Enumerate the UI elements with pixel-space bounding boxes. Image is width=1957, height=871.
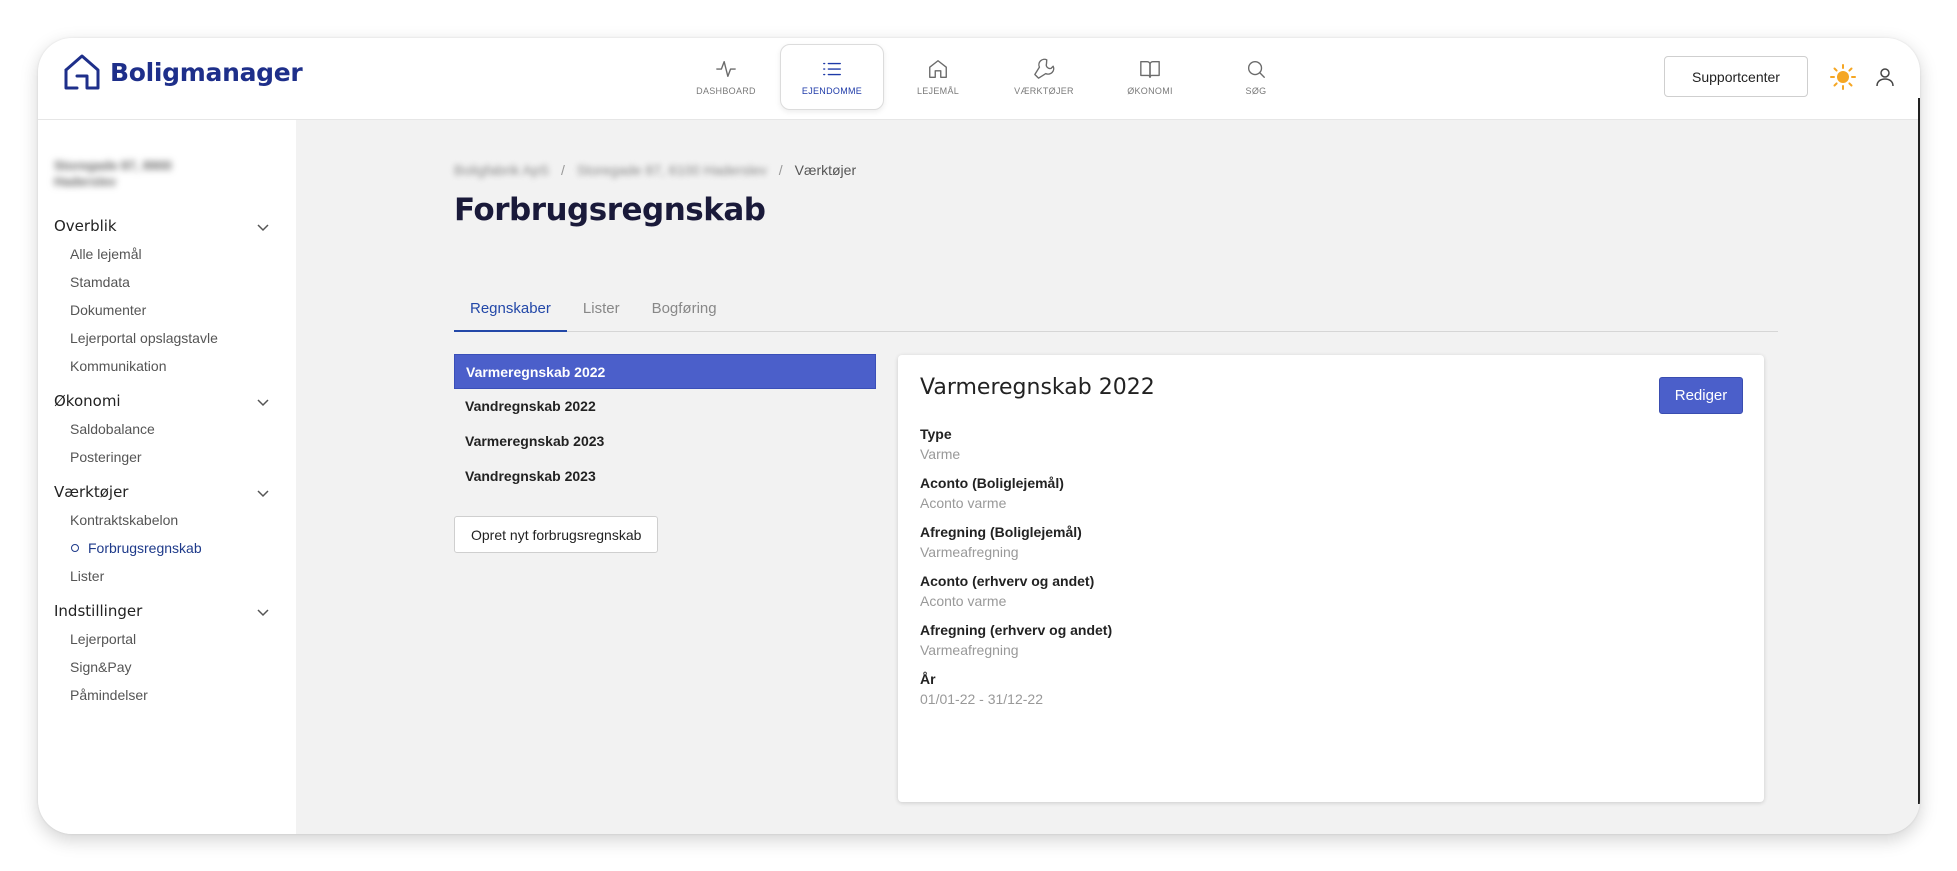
field-value-afregning-bolig: Varmeafregning (920, 544, 1019, 560)
sidebar: Storegade 87, 8900 Haderslev Overblik Al… (38, 120, 296, 834)
detail-card: Varmeregnskab 2022 Rediger Type Varme Ac… (898, 355, 1764, 802)
top-bar: Boligmanager DASHBOARD EJENDOMME LEJEMÅL… (38, 38, 1920, 120)
field-label-aar: År (920, 671, 936, 687)
sidebar-section-vaerktoejer[interactable]: Værktøjer (54, 483, 274, 501)
nav-ejendomme[interactable]: EJENDOMME (780, 44, 884, 110)
nav-label: EJENDOMME (801, 86, 863, 96)
detail-title: Varmeregnskab 2022 (920, 375, 1155, 400)
sidebar-item-paamindelser[interactable]: Påmindelser (70, 687, 148, 703)
list-item[interactable]: Vandregnskab 2023 (454, 459, 876, 494)
field-value-aconto-bolig: Aconto varme (920, 495, 1007, 511)
sidebar-item-saldobalance[interactable]: Saldobalance (70, 421, 155, 437)
breadcrumb-current: Værktøjer (794, 162, 857, 178)
sidebar-item-alle-lejemaal[interactable]: Alle lejemål (70, 246, 142, 262)
chevron-down-icon[interactable] (256, 220, 270, 234)
nav-vaerktoejer[interactable]: VÆRKTØJER (992, 44, 1096, 110)
tab-regnskaber[interactable]: Regnskaber (454, 294, 567, 332)
list-item[interactable]: Varmeregnskab 2022 (454, 354, 876, 389)
property-address: Storegade 87, 8900 Haderslev (54, 158, 172, 189)
account-list: Varmeregnskab 2022 Vandregnskab 2022 Var… (454, 354, 876, 494)
sidebar-item-stamdata[interactable]: Stamdata (70, 274, 130, 290)
sidebar-section-oekonomi[interactable]: Økonomi (54, 392, 274, 410)
field-value-type: Varme (920, 446, 961, 462)
tab-bogfoering[interactable]: Bogføring (636, 294, 733, 332)
field-value-afregning-erhverv: Varmeafregning (920, 642, 1019, 658)
main-nav: DASHBOARD EJENDOMME LEJEMÅL VÆRKTØJER ØK… (674, 44, 1308, 110)
chevron-down-icon[interactable] (256, 605, 270, 619)
sidebar-item-forbrugsregnskab[interactable]: Forbrugsregnskab (88, 540, 202, 556)
sidebar-item-lister[interactable]: Lister (70, 568, 104, 584)
chevron-down-icon[interactable] (256, 486, 270, 500)
sidebar-section-indstillinger[interactable]: Indstillinger (54, 602, 274, 620)
search-icon (1247, 60, 1265, 78)
field-value-aar: 01/01-22 - 31/12-22 (920, 691, 1043, 707)
breadcrumb-property[interactable]: Storegade 87, 6100 Haderslev (577, 162, 767, 178)
create-account-button[interactable]: Opret nyt forbrugsregnskab (454, 516, 659, 553)
sidebar-item-lejerportal-opslagstavle[interactable]: Lejerportal opslagstavle (70, 330, 218, 346)
nav-lejemaal[interactable]: LEJEMÅL (886, 44, 990, 110)
sidebar-item-sign-pay[interactable]: Sign&Pay (70, 659, 131, 675)
app-window: Boligmanager DASHBOARD EJENDOMME LEJEMÅL… (38, 38, 1920, 834)
sidebar-section-overblik[interactable]: Overblik (54, 217, 274, 235)
tab-bar: Regnskaber Lister Bogføring (454, 294, 1778, 332)
field-label-type: Type (920, 426, 952, 442)
activity-icon (716, 60, 736, 78)
sidebar-item-kontraktskabelon[interactable]: Kontraktskabelon (70, 512, 178, 528)
nav-label: LEJEMÅL (916, 86, 960, 96)
sidebar-item-kommunikation[interactable]: Kommunikation (70, 358, 167, 374)
logo[interactable]: Boligmanager (62, 52, 303, 92)
sidebar-item-posteringer[interactable]: Posteringer (70, 449, 142, 465)
sidebar-item-dokumenter[interactable]: Dokumenter (70, 302, 146, 318)
nav-soeg[interactable]: SØG (1204, 44, 1308, 110)
field-label-aconto-bolig: Aconto (Boliglejemål) (920, 475, 1064, 491)
chevron-down-icon[interactable] (256, 395, 270, 409)
list-icon (823, 62, 841, 76)
field-value-aconto-erhverv: Aconto varme (920, 593, 1007, 609)
nav-label: SØG (1245, 86, 1267, 96)
brand-name: Boligmanager (110, 57, 303, 87)
breadcrumb-company[interactable]: Boligfabrik ApS (454, 162, 549, 178)
nav-label: VÆRKTØJER (1014, 86, 1074, 96)
tab-lister[interactable]: Lister (567, 294, 636, 332)
page-title: Forbrugsregnskab (454, 192, 766, 228)
field-label-afregning-bolig: Afregning (Boliglejemål) (920, 524, 1082, 540)
nav-dashboard[interactable]: DASHBOARD (674, 44, 778, 110)
house-logo-icon (64, 54, 100, 90)
list-item[interactable]: Varmeregnskab 2023 (454, 424, 876, 459)
nav-label: ØKONOMI (1127, 86, 1173, 96)
book-icon (1140, 60, 1160, 78)
breadcrumb-separator: / (560, 162, 565, 178)
user-icon[interactable] (1874, 66, 1896, 88)
field-label-afregning-erhverv: Afregning (erhverv og andet) (920, 622, 1113, 638)
breadcrumb: Boligfabrik ApS / Storegade 87, 6100 Had… (454, 162, 856, 178)
edit-button[interactable]: Rediger (1659, 377, 1743, 414)
field-label-aconto-erhverv: Aconto (erhverv og andet) (920, 573, 1095, 589)
breadcrumb-separator: / (778, 162, 783, 178)
support-center-button[interactable]: Supportcenter (1664, 56, 1808, 97)
active-indicator-icon (71, 544, 79, 552)
nav-oekonomi[interactable]: ØKONOMI (1098, 44, 1202, 110)
sidebar-item-lejerportal[interactable]: Lejerportal (70, 631, 136, 647)
list-item[interactable]: Vandregnskab 2022 (454, 389, 876, 424)
home-icon (929, 60, 947, 78)
wrench-icon (1034, 58, 1055, 79)
nav-label: DASHBOARD (696, 86, 756, 96)
sun-icon[interactable] (1830, 64, 1856, 90)
